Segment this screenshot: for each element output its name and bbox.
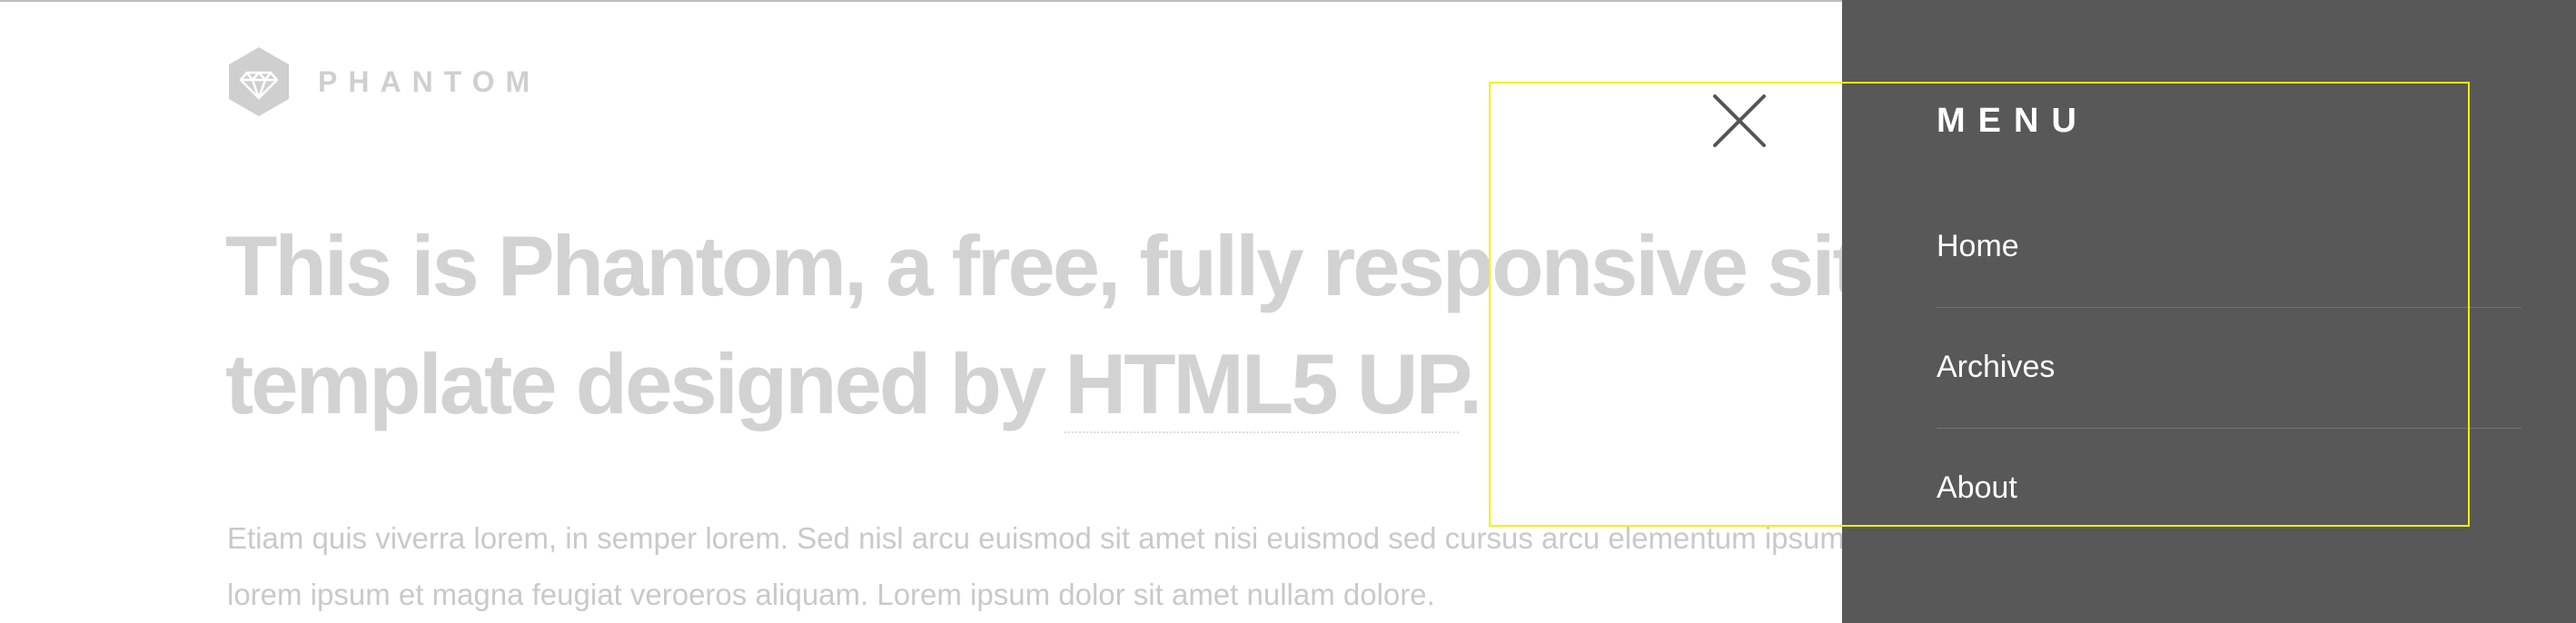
menu-link-archives[interactable]: Archives bbox=[1937, 308, 2522, 385]
headline-prefix: template designed by bbox=[225, 336, 1065, 431]
menu-panel: MENU Home Archives About bbox=[1842, 0, 2576, 623]
menu-item-home: Home bbox=[1937, 187, 2522, 308]
hero-headline: This is Phantom, a free, fully responsiv… bbox=[225, 207, 1951, 443]
menu-item-about: About bbox=[1937, 429, 2522, 549]
menu-link-home[interactable]: Home bbox=[1937, 187, 2522, 264]
menu-list: Home Archives About bbox=[1937, 187, 2522, 549]
html5up-link[interactable]: HTML5 UP bbox=[1065, 336, 1461, 433]
intro-line-2: lorem ipsum et magna feugiat veroeros al… bbox=[227, 578, 1435, 611]
site-name: PHANTOM bbox=[318, 64, 541, 98]
headline-line-2: template designed by HTML5 UP. bbox=[225, 325, 1951, 443]
headline-line-1: This is Phantom, a free, fully responsiv… bbox=[225, 218, 1906, 313]
close-menu-button[interactable] bbox=[1708, 89, 1771, 153]
menu-title: MENU bbox=[1937, 102, 2089, 140]
menu-link-about[interactable]: About bbox=[1937, 429, 2522, 506]
headline-suffix: . bbox=[1459, 336, 1482, 431]
diamond-hexagon-icon bbox=[229, 47, 289, 116]
hero-intro: Etiam quis viverra lorem, in semper lore… bbox=[227, 510, 1953, 623]
menu-item-archives: Archives bbox=[1937, 308, 2522, 429]
site-logo[interactable]: PHANTOM bbox=[227, 45, 540, 118]
intro-line-1: Etiam quis viverra lorem, in semper lore… bbox=[227, 521, 1845, 555]
close-icon bbox=[1713, 94, 1766, 147]
